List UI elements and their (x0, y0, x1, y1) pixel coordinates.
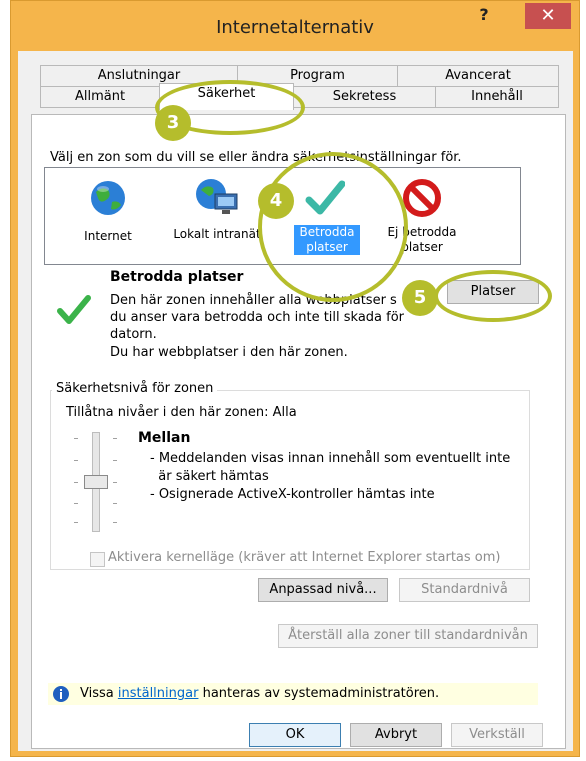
cancel-button[interactable]: Avbryt (350, 723, 442, 747)
security-level-group-label: Säkerhetsnivå för zonen (52, 381, 218, 396)
callout-ring-sites (434, 270, 552, 322)
zone-desc-line-2: du anser vara betrodda och inte till ska… (110, 310, 405, 325)
apply-button[interactable]: Verkställ (451, 723, 543, 747)
level-desc-line-1: - Meddelanden visas innan innehåll som e… (150, 451, 511, 466)
globe-icon (91, 181, 125, 215)
slider-tick (74, 460, 78, 461)
level-desc-line-3: - Osignerade ActiveX-kontroller hämtas i… (150, 487, 435, 502)
slider-tick (113, 460, 117, 461)
custom-level-button[interactable]: Anpassad nivå... (258, 578, 388, 602)
zone-prompt: Välj en zon som du vill se eller ändra s… (50, 150, 462, 165)
protected-mode-label: Aktivera kernelläge (kräver att Internet… (108, 550, 501, 565)
slider-tick (74, 482, 78, 483)
settings-link[interactable]: inställningar (118, 686, 199, 701)
reset-all-zones-button[interactable]: Återställ alla zoner till standardnivån (278, 624, 538, 648)
zone-desc-line-4: Du har webbplatser i den här zonen. (110, 345, 348, 360)
slider-tick (113, 482, 117, 483)
zone-heading: Betrodda platser (110, 269, 244, 285)
slider-tick (74, 438, 78, 439)
zone-intranet-label: Lokalt intranät (173, 227, 261, 241)
ok-button[interactable]: OK (249, 723, 341, 747)
close-button[interactable]: ✕ (525, 3, 571, 29)
zone-internet-label: Internet (84, 229, 132, 243)
callout-badge-5: 5 (402, 280, 438, 316)
callout-badge-4: 4 (258, 183, 294, 219)
slider-tick (113, 503, 117, 504)
zone-desc-line-3: datorn. (110, 327, 157, 342)
info-icon (53, 686, 69, 702)
default-level-button[interactable]: Standardnivå (399, 578, 530, 602)
level-desc-line-2: är säkert hämtas (150, 469, 269, 484)
info-text-post: hanteras av systemadministratören. (198, 686, 440, 701)
tab-sekretess[interactable]: Sekretess (293, 86, 436, 108)
callout-badge-3: 3 (155, 105, 191, 141)
info-text-pre: Vissa (80, 686, 118, 701)
slider-tick (74, 503, 78, 504)
zone-intranet[interactable]: Lokalt intranät (163, 168, 271, 242)
allowed-levels-text: Tillåtna nivåer i den här zonen: Alla (66, 405, 297, 420)
level-name: Mellan (138, 430, 191, 446)
info-text: Vissa inställningar hanteras av systemad… (80, 686, 439, 701)
zone-internet[interactable]: Internet (73, 168, 143, 244)
slider-tick (113, 522, 117, 523)
trusted-check-icon (57, 295, 91, 324)
tab-avancerat[interactable]: Avancerat (397, 65, 559, 87)
slider-tick (113, 438, 117, 439)
intranet-icon (196, 179, 238, 214)
protected-mode-checkbox[interactable] (90, 552, 105, 567)
callout-ring-zone (258, 152, 408, 302)
security-slider-thumb[interactable] (84, 475, 108, 489)
forbidden-icon (403, 179, 441, 217)
tab-innehall[interactable]: Innehåll (435, 86, 559, 108)
help-button[interactable]: ? (469, 5, 499, 29)
slider-tick (74, 522, 78, 523)
title-bar: Internetalternativ ? ✕ (11, 1, 579, 51)
tab-allmant[interactable]: Allmänt (40, 86, 160, 108)
